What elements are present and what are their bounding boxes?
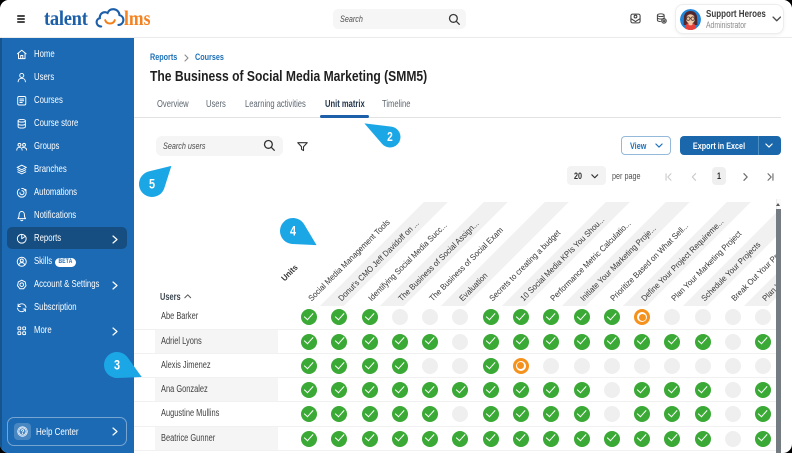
svg-text:2: 2 [387,130,393,144]
svg-text:4: 4 [290,223,296,239]
svg-text:3: 3 [114,357,120,373]
svg-text:5: 5 [149,176,155,192]
